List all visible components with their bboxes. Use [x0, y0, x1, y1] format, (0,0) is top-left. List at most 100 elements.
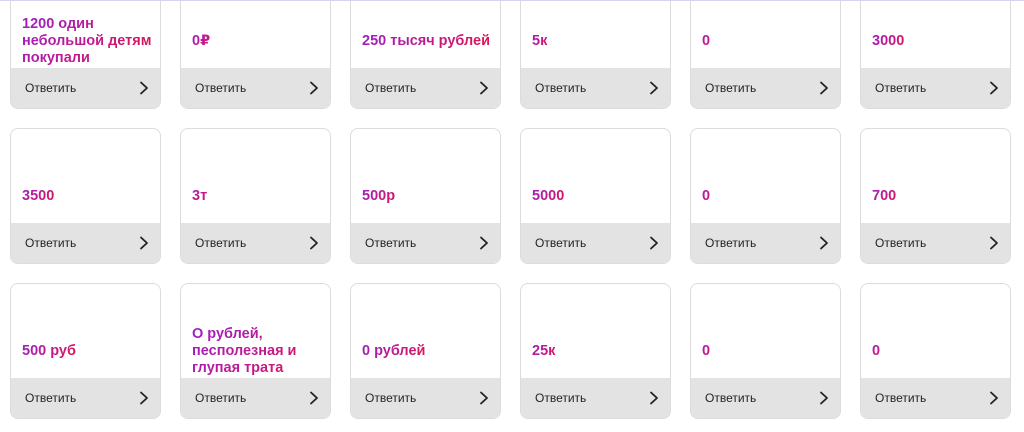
answers-viewport: 1200 один небольшой детям покупали Ответ… [0, 0, 1024, 432]
answer-area: 500 руб [22, 324, 152, 378]
reply-button[interactable]: Ответить [861, 378, 1010, 418]
answer-text: 0 [702, 187, 711, 204]
answer-card: 700 Ответить [860, 128, 1011, 264]
chevron-right-icon [309, 391, 319, 405]
answer-card: 0 рублей Ответить [350, 283, 501, 419]
answer-card: 0 Ответить [690, 1, 841, 109]
reply-label: Ответить [875, 236, 927, 250]
answer-text: О рублей, песполезная и глупая трата [192, 326, 322, 377]
chevron-right-icon [819, 391, 829, 405]
answer-card: О рублей, песполезная и глупая трата Отв… [180, 283, 331, 419]
chevron-right-icon [479, 81, 489, 95]
reply-label: Ответить [535, 81, 587, 95]
chevron-right-icon [479, 236, 489, 250]
answer-area: 25к [532, 324, 662, 378]
answer-area: 500р [362, 169, 492, 223]
reply-label: Ответить [195, 81, 247, 95]
chevron-right-icon [139, 236, 149, 250]
answer-text: 5к [532, 32, 548, 49]
chevron-right-icon [649, 391, 659, 405]
answer-card: 25к Ответить [520, 283, 671, 419]
reply-label: Ответить [535, 391, 587, 405]
reply-button[interactable]: Ответить [521, 378, 670, 418]
answer-text: 0 рублей [362, 342, 426, 359]
answer-area: 700 [872, 169, 1002, 223]
answer-text: 25к [532, 342, 556, 359]
answer-area: 0 [702, 324, 832, 378]
answer-area: О рублей, песполезная и глупая трата [192, 324, 322, 378]
answer-text: 3500 [22, 187, 55, 204]
answer-card: 5к Ответить [520, 1, 671, 109]
answer-text: 0 [702, 32, 711, 49]
answer-text: 0₽ [192, 32, 211, 49]
answer-card: 3000 Ответить [860, 1, 1011, 109]
answer-area: 3т [192, 169, 322, 223]
reply-label: Ответить [365, 391, 417, 405]
answer-card: 3т Ответить [180, 128, 331, 264]
answer-card: 250 тысяч рублей Ответить [350, 1, 501, 109]
answer-card: 0₽ Ответить [180, 1, 331, 109]
chevron-right-icon [139, 391, 149, 405]
answer-card: 1200 один небольшой детям покупали Ответ… [10, 1, 161, 109]
reply-button[interactable]: Ответить [11, 68, 160, 108]
answer-text: 0 [702, 342, 711, 359]
chevron-right-icon [649, 236, 659, 250]
reply-button[interactable]: Ответить [521, 223, 670, 263]
answer-text: 3000 [872, 32, 905, 49]
reply-label: Ответить [25, 236, 77, 250]
answer-area: 3500 [22, 169, 152, 223]
answer-text: 1200 один небольшой детям покупали [22, 15, 152, 66]
reply-button[interactable]: Ответить [351, 68, 500, 108]
chevron-right-icon [649, 81, 659, 95]
reply-button[interactable]: Ответить [11, 223, 160, 263]
answer-text: 3т [192, 187, 208, 204]
answers-grid: 1200 один небольшой детям покупали Ответ… [10, 1, 1011, 419]
chevron-right-icon [989, 81, 999, 95]
chevron-right-icon [819, 236, 829, 250]
answer-card: 500р Ответить [350, 128, 501, 264]
reply-label: Ответить [195, 236, 247, 250]
reply-button[interactable]: Ответить [691, 68, 840, 108]
answer-area: 0 [702, 169, 832, 223]
reply-label: Ответить [705, 81, 757, 95]
answer-area: 0 рублей [362, 324, 492, 378]
answer-area: 0 [872, 324, 1002, 378]
reply-button[interactable]: Ответить [181, 223, 330, 263]
reply-button[interactable]: Ответить [11, 378, 160, 418]
reply-button[interactable]: Ответить [351, 378, 500, 418]
reply-label: Ответить [875, 81, 927, 95]
answer-card: 0 Ответить [690, 128, 841, 264]
reply-label: Ответить [705, 236, 757, 250]
reply-button[interactable]: Ответить [691, 223, 840, 263]
reply-button[interactable]: Ответить [861, 223, 1010, 263]
answer-area: 0₽ [192, 14, 322, 68]
answer-text: 500р [362, 187, 396, 204]
reply-button[interactable]: Ответить [181, 68, 330, 108]
reply-label: Ответить [535, 236, 587, 250]
answer-card: 0 Ответить [690, 283, 841, 419]
answer-card: 5000 Ответить [520, 128, 671, 264]
reply-label: Ответить [365, 236, 417, 250]
chevron-right-icon [309, 81, 319, 95]
answer-text: 5000 [532, 187, 565, 204]
reply-button[interactable]: Ответить [691, 378, 840, 418]
answer-area: 1200 один небольшой детям покупали [22, 14, 152, 68]
chevron-right-icon [139, 81, 149, 95]
answer-area: 5к [532, 14, 662, 68]
answer-card: 500 руб Ответить [10, 283, 161, 419]
reply-button[interactable]: Ответить [181, 378, 330, 418]
chevron-right-icon [819, 81, 829, 95]
answer-area: 3000 [872, 14, 1002, 68]
reply-button[interactable]: Ответить [861, 68, 1010, 108]
reply-label: Ответить [195, 391, 247, 405]
answer-text: 700 [872, 187, 897, 204]
chevron-right-icon [479, 391, 489, 405]
answer-area: 250 тысяч рублей [362, 14, 492, 68]
reply-label: Ответить [705, 391, 757, 405]
reply-button[interactable]: Ответить [351, 223, 500, 263]
answer-card: 3500 Ответить [10, 128, 161, 264]
answer-area: 0 [702, 14, 832, 68]
reply-label: Ответить [365, 81, 417, 95]
reply-button[interactable]: Ответить [521, 68, 670, 108]
chevron-right-icon [309, 236, 319, 250]
